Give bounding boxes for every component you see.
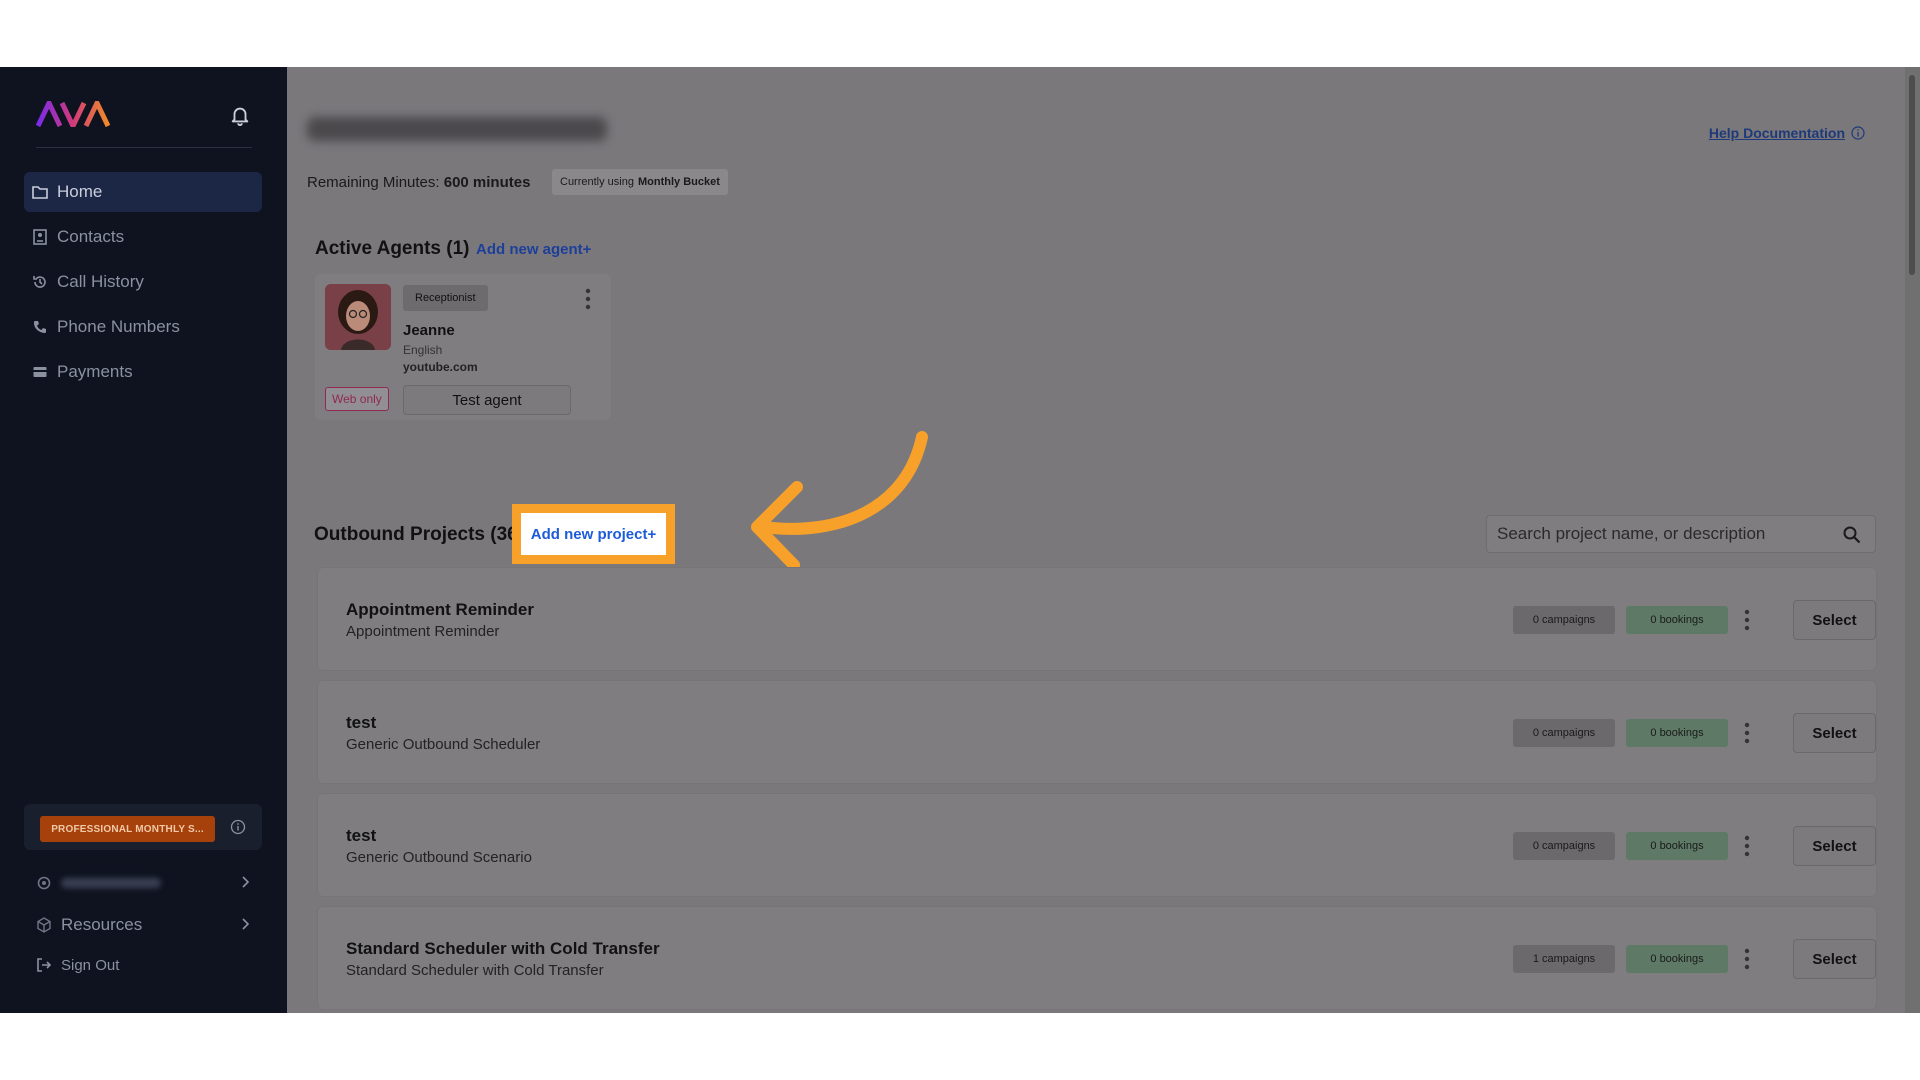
settings-icon [36,875,52,891]
sidebar-item-label: Home [57,182,103,201]
sidebar-divider [36,147,252,148]
campaigns-badge: 0 campaigns [1513,832,1615,860]
project-row[interactable]: Standard Scheduler with Cold Transfer St… [317,906,1877,1010]
bucket-badge: Currently using Monthly Bucket [552,169,728,195]
sidebar-nav: Home Contacts Call History Phone Numbers [24,172,262,397]
project-row[interactable]: test Generic Outbound Scheduler 0 campai… [317,680,1877,784]
sign-out-icon [36,957,52,973]
sidebar: Home Contacts Call History Phone Numbers [0,67,287,1013]
sidebar-item-label: Phone Numbers [57,317,180,336]
annotation-arrow-icon [751,431,928,571]
search-icon[interactable] [1843,526,1861,544]
add-new-project-label: Add new project+ [530,525,657,543]
phone-icon [32,319,48,335]
project-description: Generic Outbound Scenario [346,849,532,866]
project-name: Standard Scheduler with Cold Transfer [346,939,660,958]
more-options-icon[interactable] [1744,609,1750,631]
project-description: Generic Outbound Scheduler [346,736,541,753]
cube-icon [36,917,52,933]
sidebar-item-phone-numbers[interactable]: Phone Numbers [24,307,262,347]
sidebar-item-call-history[interactable]: Call History [24,262,262,302]
agent-card[interactable]: Receptionist Jeanne English youtube.com … [315,274,611,420]
bookings-badge: 0 bookings [1626,945,1728,973]
bell-icon[interactable] [229,103,251,127]
plan-badge[interactable]: PROFESSIONAL MONTHLY S... [40,816,215,842]
campaigns-badge: 1 campaigns [1513,945,1615,973]
vertical-scrollbar[interactable] [1905,67,1920,1013]
history-icon [32,274,48,290]
search-placeholder: Search project name, or description [1497,524,1766,543]
help-label: Help Documentation [1708,125,1845,141]
outbound-projects-title: Outbound Projects (36 [314,524,518,545]
select-button[interactable]: Select [1793,939,1876,979]
card-icon [32,364,48,380]
remaining-value: 600 minutes [443,174,531,191]
sign-out-button[interactable]: Sign Out [36,952,256,978]
active-agents-title: Active Agents (1) [315,238,470,259]
project-search-input[interactable]: Search project name, or description [1486,515,1876,553]
account-name-redacted [61,878,161,888]
bookings-badge: 0 bookings [1626,832,1728,860]
chevron-right-icon [242,876,250,888]
remaining-prefix: Remaining Minutes: [307,174,440,191]
bucket-prefix: Currently using [560,176,634,188]
sidebar-item-home[interactable]: Home [24,172,262,212]
scrollbar-thumb[interactable] [1909,75,1915,275]
select-button[interactable]: Select [1793,600,1876,640]
sidebar-item-label: Call History [57,272,144,291]
agent-site: youtube.com [403,360,478,374]
sign-out-label: Sign Out [61,956,120,974]
project-name: test [346,713,377,732]
project-description: Standard Scheduler with Cold Transfer [346,962,604,979]
select-button[interactable]: Select [1793,826,1876,866]
help-documentation-link[interactable]: Help Documentation [1709,125,1865,141]
welcome-title-redacted [307,117,607,141]
sidebar-item-contacts[interactable]: Contacts [24,217,262,257]
bookings-badge: 0 bookings [1626,606,1728,634]
sidebar-item-label: Contacts [57,227,125,246]
add-new-project-button[interactable]: Add new project+ [512,504,675,564]
main-content: Help Documentation Remaining Minutes: 60… [287,67,1905,1013]
account-settings-row[interactable] [36,870,256,896]
info-icon [1851,126,1865,140]
web-only-badge: Web only [325,387,389,411]
more-options-icon[interactable] [1744,722,1750,744]
contact-card-icon [32,229,48,245]
campaigns-badge: 0 campaigns [1513,606,1615,634]
project-name: Appointment Reminder [346,600,534,619]
bookings-badge: 0 bookings [1626,719,1728,747]
folder-icon [32,184,48,200]
more-options-icon[interactable] [1744,835,1750,857]
chevron-right-icon [242,918,250,930]
test-agent-button[interactable]: Test agent [403,385,571,415]
bucket-value: Monthly Bucket [637,176,720,188]
plan-panel: PROFESSIONAL MONTHLY S... [24,804,262,850]
sidebar-item-label: Payments [57,362,133,381]
project-name: test [346,826,377,845]
project-description: Appointment Reminder [346,623,500,640]
project-row[interactable]: test Generic Outbound Scenario 0 campaig… [317,793,1877,897]
sidebar-item-payments[interactable]: Payments [24,352,262,392]
resources-row[interactable]: Resources [36,912,256,938]
project-row[interactable]: Appointment Reminder Appointment Reminde… [317,567,1877,671]
campaigns-badge: 0 campaigns [1513,719,1615,747]
more-options-icon[interactable] [585,288,591,310]
avatar [325,284,391,350]
select-button[interactable]: Select [1793,713,1876,753]
more-options-icon[interactable] [1744,948,1750,970]
ava-logo [36,101,110,127]
resources-label: Resources [61,915,143,934]
agent-language: English [403,343,443,357]
agent-name: Jeanne [403,322,455,339]
add-new-agent-link[interactable]: Add new agent+ [476,241,591,258]
app-window: Home Contacts Call History Phone Numbers [0,67,1920,1013]
remaining-minutes: Remaining Minutes: 600 minutes [307,174,530,191]
role-badge: Receptionist [403,285,488,311]
info-icon[interactable] [230,819,246,835]
